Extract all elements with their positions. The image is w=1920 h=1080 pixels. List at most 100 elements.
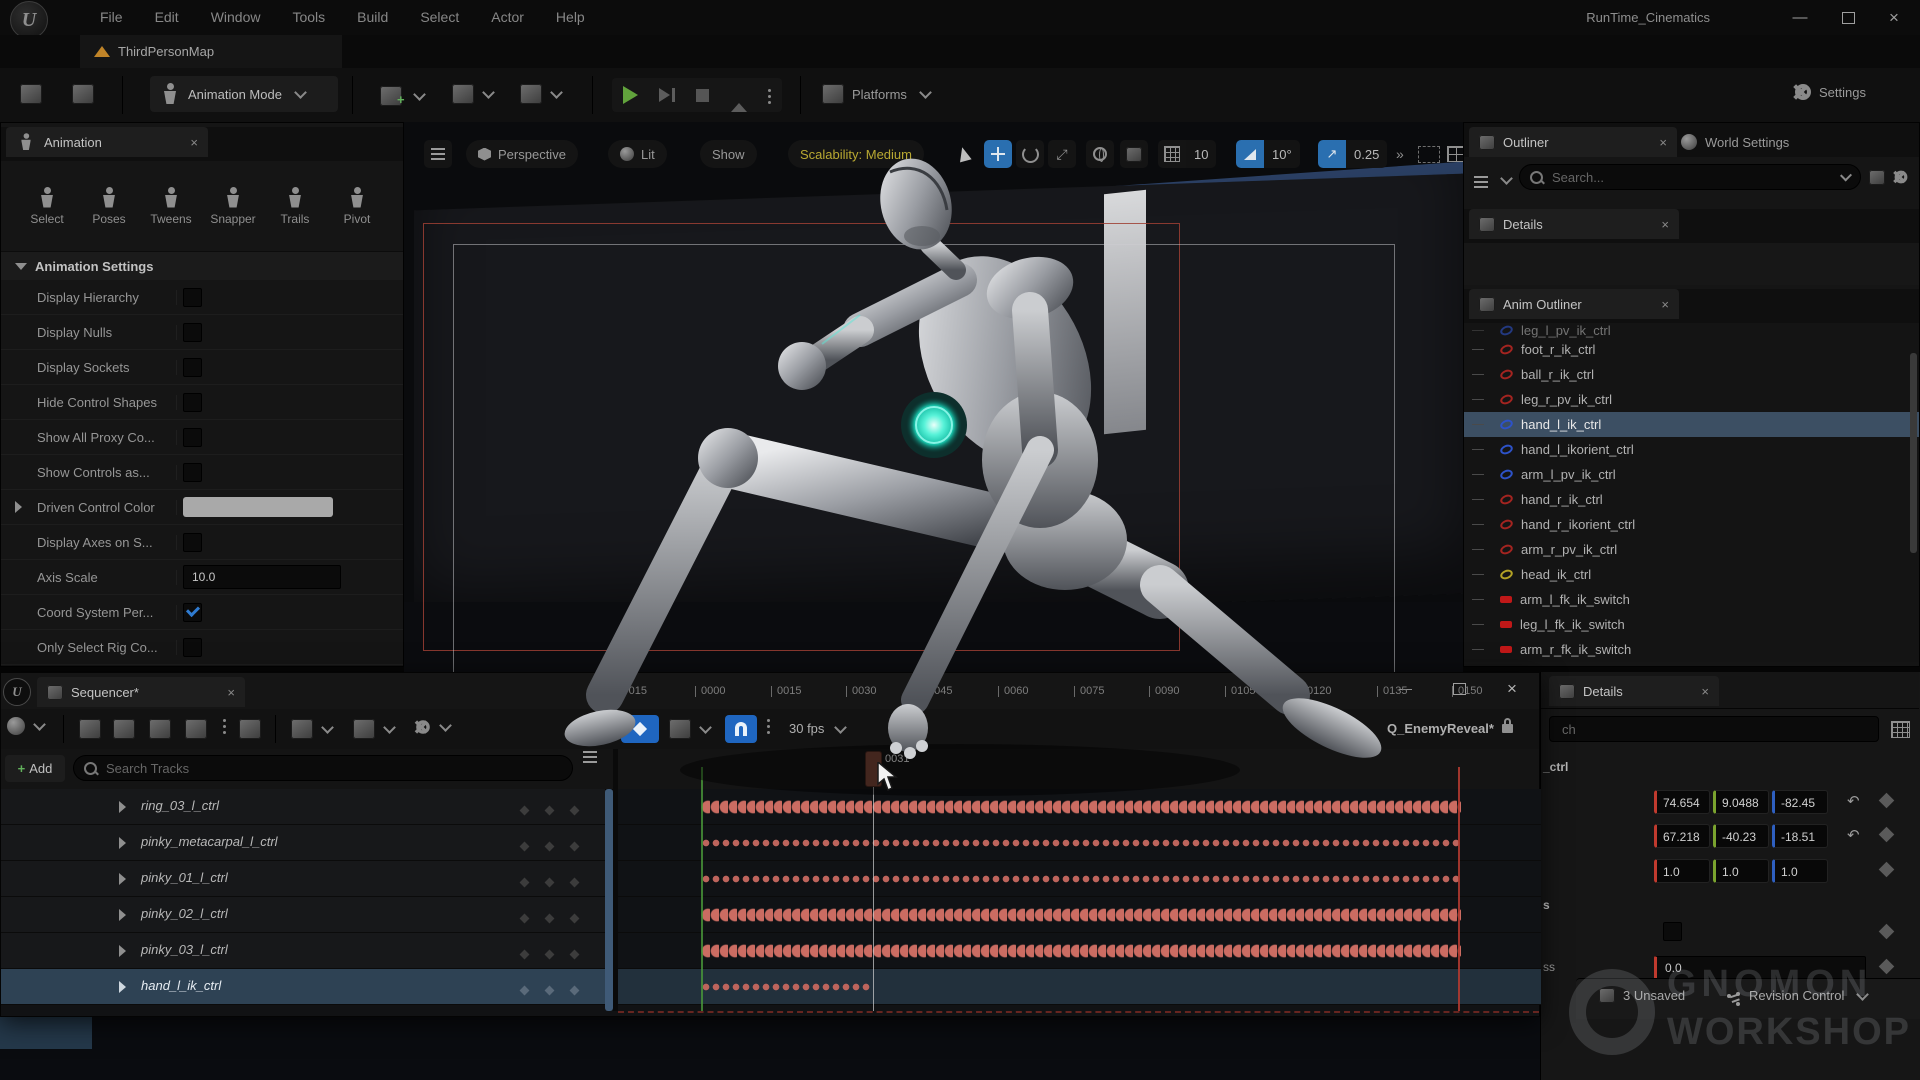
tab-animation[interactable]: Animation × <box>6 127 208 157</box>
lock-icon[interactable] <box>1502 724 1513 733</box>
fps-dropdown[interactable]: 30 fps <box>789 721 845 736</box>
scalability-button[interactable]: Scalability: Medium <box>788 140 924 168</box>
seq-actor-tree-icon[interactable] <box>239 719 261 739</box>
tab-details[interactable]: Details × <box>1549 676 1719 706</box>
value-y-field[interactable]: 9.0488 <box>1713 790 1769 814</box>
display-hierarchy-checkbox[interactable] <box>183 288 202 307</box>
content-browser-icon[interactable] <box>72 84 94 104</box>
angle-snap-group[interactable]: 10° <box>1236 140 1300 168</box>
select-tool[interactable] <box>950 140 978 168</box>
tracks-scrollbar[interactable] <box>605 789 613 1011</box>
viewport-options-menu[interactable] <box>424 140 452 168</box>
seq-render-clapper-icon[interactable] <box>185 719 207 739</box>
display-nulls-checkbox[interactable] <box>183 323 202 342</box>
perspective-dropdown[interactable]: Perspective <box>466 140 578 168</box>
tab-world-settings[interactable]: World Settings <box>1681 134 1789 150</box>
track-row[interactable]: ring_03_l_ctrl <box>1 789 1541 825</box>
playhead-line[interactable] <box>873 785 874 1011</box>
list-item[interactable]: ball_r_ik_ctrl <box>1464 362 1919 387</box>
misc-checkbox[interactable] <box>1663 922 1682 941</box>
scale-snap-group[interactable]: ↗ 0.25 <box>1318 140 1387 168</box>
value-x-field[interactable]: 67.218 <box>1654 824 1710 848</box>
unsaved-button[interactable]: 3 Unsaved <box>1599 988 1685 1003</box>
expander-icon[interactable] <box>119 909 126 921</box>
frame-skip-icon[interactable] <box>659 88 675 102</box>
seq-curve-editor-dropdown[interactable] <box>7 717 44 735</box>
track-row[interactable]: pinky_03_l_ctrl <box>1 933 1541 969</box>
add-keyframe-icon[interactable] <box>1879 959 1895 975</box>
close-button[interactable]: × <box>1874 0 1914 35</box>
stop-icon[interactable] <box>696 89 709 102</box>
edit-mode-dropdown[interactable] <box>669 719 710 739</box>
move-tool[interactable] <box>984 140 1012 168</box>
tab-thirdpersonmap[interactable]: ThirdPersonMap <box>80 35 342 68</box>
value-y-field[interactable]: 1.0 <box>1713 859 1769 883</box>
keyframe-dots[interactable] <box>701 875 1461 883</box>
seq-kebab-icon[interactable] <box>223 719 226 722</box>
value-x-field[interactable]: 1.0 <box>1654 859 1710 883</box>
seq-browse-icon[interactable] <box>113 719 135 739</box>
seq-visibility-dropdown[interactable] <box>353 719 394 739</box>
keyframe-dots[interactable] <box>701 800 1461 814</box>
list-item[interactable]: hand_l_ikorient_ctrl <box>1464 437 1919 462</box>
expander-icon[interactable] <box>119 837 126 849</box>
close-icon[interactable]: × <box>1659 135 1667 150</box>
camera-speed-more-icon[interactable]: » <box>1396 146 1404 162</box>
tool-snapper[interactable]: Snapper <box>204 187 262 226</box>
tab-outliner[interactable]: Outliner × <box>1469 127 1677 157</box>
add-track-button[interactable]: + Add <box>5 755 65 782</box>
marquee-select-icon[interactable] <box>1418 146 1440 163</box>
search-tracks[interactable] <box>73 755 573 781</box>
cinematics-button[interactable] <box>520 84 561 104</box>
track-filter-icon[interactable] <box>583 751 597 753</box>
list-item[interactable]: arm_l_fk_ik_switch <box>1464 587 1919 612</box>
tool-tweens[interactable]: Tweens <box>142 187 200 226</box>
play-options-kebab-icon[interactable] <box>768 89 771 92</box>
track-row[interactable]: pinky_metacarpal_l_ctrl <box>1 825 1541 861</box>
list-item[interactable]: arm_r_pv_ik_ctrl <box>1464 537 1919 562</box>
keyframe-dots[interactable] <box>701 908 1461 922</box>
value-z-field[interactable]: -82.45 <box>1772 790 1828 814</box>
unreal-logo-icon[interactable]: U <box>10 1 48 39</box>
menu-actor[interactable]: Actor <box>475 0 540 35</box>
world-coord-toggle[interactable] <box>1086 140 1114 168</box>
list-item[interactable]: leg_l_fk_ik_switch <box>1464 612 1919 637</box>
show-dropdown[interactable]: Show <box>700 140 757 168</box>
grid-snap-group[interactable]: 10 <box>1158 140 1216 168</box>
axis-scale-field[interactable]: 10.0 <box>183 565 341 589</box>
platforms-dropdown[interactable]: Platforms <box>822 84 930 104</box>
list-item-selected[interactable]: hand_l_ik_ctrl <box>1464 412 1919 437</box>
add-keyframe-icon[interactable] <box>1879 862 1895 878</box>
value-x-field[interactable]: 74.654 <box>1654 790 1710 814</box>
expander-icon[interactable] <box>119 873 126 885</box>
eject-icon[interactable] <box>731 88 747 103</box>
list-item[interactable]: arm_l_pv_ik_ctrl <box>1464 462 1919 487</box>
section-animation-settings[interactable]: Animation Settings <box>1 252 403 280</box>
names-timeline-divider[interactable] <box>613 749 618 1011</box>
value-z-field[interactable]: -18.51 <box>1772 824 1828 848</box>
show-controls-as-checkbox[interactable] <box>183 463 202 482</box>
menu-edit[interactable]: Edit <box>139 0 195 35</box>
keyframe-dots[interactable] <box>701 983 871 991</box>
details-search-input[interactable] <box>1560 721 1868 738</box>
snap-options-kebab-icon[interactable] <box>767 719 770 722</box>
details-search[interactable] <box>1549 716 1879 742</box>
maximize-button[interactable] <box>1828 0 1868 35</box>
list-item[interactable]: hand_r_ikorient_ctrl <box>1464 512 1919 537</box>
keyframe-dots[interactable] <box>701 839 1461 847</box>
show-all-proxy-checkbox[interactable] <box>183 428 202 447</box>
sequence-breadcrumb[interactable]: Q_EnemyReveal* <box>1387 721 1513 736</box>
close-icon[interactable]: × <box>227 685 235 700</box>
track-row[interactable]: pinky_02_l_ctrl <box>1 897 1541 933</box>
expander-icon[interactable] <box>119 981 126 993</box>
expander-icon[interactable] <box>119 945 126 957</box>
track-row[interactable]: pinky_01_l_ctrl <box>1 861 1541 897</box>
only-select-rig-checkbox[interactable] <box>183 638 202 657</box>
tool-trails[interactable]: Trails <box>266 187 324 226</box>
close-icon[interactable]: × <box>1661 217 1669 232</box>
outliner-search[interactable] <box>1519 164 1861 190</box>
search-tracks-input[interactable] <box>104 760 562 777</box>
outliner-settings-gear-icon[interactable] <box>1895 171 1908 184</box>
snap-button[interactable] <box>725 715 757 743</box>
filter-icon[interactable] <box>1474 176 1488 178</box>
